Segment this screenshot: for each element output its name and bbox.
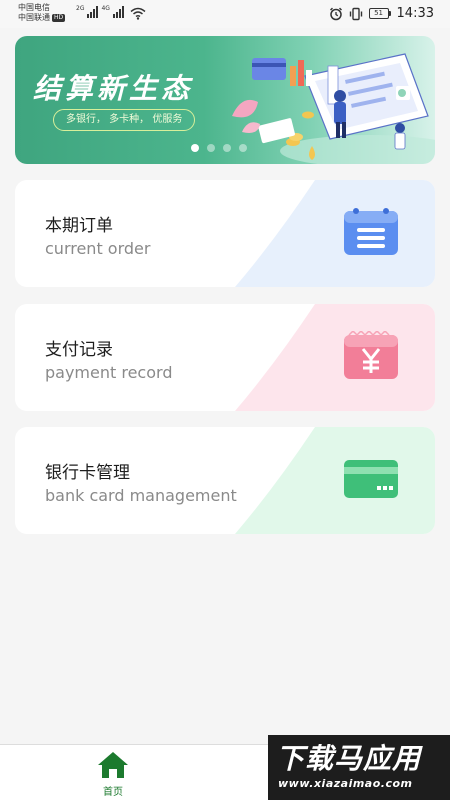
hd-badge: HD [52, 14, 66, 22]
order-list-icon [344, 208, 398, 255]
card-title: 支付记录 [45, 340, 113, 360]
wifi-icon [130, 7, 146, 20]
card-wash [235, 304, 435, 411]
network-type-1: 2G [76, 5, 85, 12]
banner-title: 结算新生态 [33, 72, 194, 105]
network-type-2: 4G [101, 5, 110, 12]
banner-subtitle: 多银行， 多卡种， 优服务 [53, 109, 196, 131]
card-title: 银行卡管理 [45, 463, 130, 483]
status-right: 51 14:33 [329, 6, 434, 21]
current-order-card[interactable]: 本期订单 current order [15, 180, 435, 287]
vibrate-icon [349, 7, 362, 20]
card-wash [235, 427, 435, 534]
network-indicators: 2G 4G [76, 6, 124, 18]
carousel-dot[interactable] [191, 144, 199, 152]
clock: 14:33 [396, 6, 434, 21]
card-wash [235, 180, 435, 287]
home-icon [98, 752, 128, 778]
carrier-info: 中国电信 中国联通 HD [18, 3, 66, 23]
battery-level: 51 [368, 8, 389, 19]
banner-illustration [232, 53, 435, 164]
watermark-brand: 下载马应用 [276, 742, 422, 775]
card-subtitle: bank card management [45, 486, 237, 505]
carousel-dot[interactable] [207, 144, 215, 152]
alarm-icon [329, 7, 342, 20]
watermark-url: www.xiazaimao.com [278, 777, 413, 790]
carousel-dot[interactable] [239, 144, 247, 152]
signal-icon [112, 6, 124, 18]
yuan-receipt-icon [344, 331, 398, 379]
payment-record-card[interactable]: 支付记录 payment record [15, 304, 435, 411]
battery-icon: 51 [368, 8, 391, 19]
bank-card-icon [344, 460, 398, 498]
card-subtitle: current order [45, 239, 151, 258]
signal-icon [87, 6, 99, 18]
carrier-2: 中国联通 [18, 13, 50, 22]
bank-card-management-card[interactable]: 银行卡管理 bank card management [15, 427, 435, 534]
tab-home[interactable]: 首页 [92, 751, 134, 798]
status-bar: 中国电信 中国联通 HD 2G 4G 51 14:33 [0, 0, 450, 28]
watermark: 下载马应用 www.xiazaimao.com [268, 735, 450, 800]
tab-home-label: 首页 [103, 787, 123, 798]
carousel-dot[interactable] [223, 144, 231, 152]
card-title: 本期订单 [45, 216, 113, 236]
promo-banner[interactable]: 结算新生态 多银行， 多卡种， 优服务 [15, 36, 435, 164]
card-subtitle: payment record [45, 363, 173, 382]
carousel-indicator [191, 144, 247, 152]
carrier-1: 中国电信 [18, 3, 50, 12]
